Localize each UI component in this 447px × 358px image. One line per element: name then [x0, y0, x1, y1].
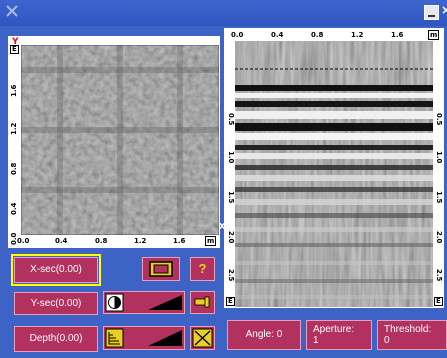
x-tick-label: 0.0 [231, 31, 244, 39]
gain-control[interactable] [103, 326, 185, 350]
section-view-image[interactable] [235, 41, 433, 307]
depth-button[interactable]: Depth(0.00) [14, 326, 98, 352]
x-tick-label: 0.8 [311, 31, 324, 39]
x-section-button[interactable]: X-sec(0.00) [11, 254, 101, 286]
depth-tick-label: 2.0 [435, 231, 443, 244]
depth-tick-label: 1.5 [227, 191, 235, 204]
main-area: Y E 1.6 1.2 0.8 0.4 0.0 0.0 0.4 0.8 1.2 … [0, 26, 447, 358]
depth-tick-label: 2.0 [227, 231, 235, 244]
depth-tick-label: 0.5 [435, 113, 443, 126]
x-tick-label: 1.6 [173, 237, 186, 245]
scale-icon [105, 328, 124, 348]
unit-label: m [205, 236, 217, 246]
clear-button[interactable] [190, 326, 215, 350]
help-button[interactable]: ? [190, 257, 215, 281]
x-tick-label: 1.2 [134, 237, 147, 245]
y-tick-label: 1.2 [10, 122, 18, 135]
depth-tick-label: 2.5 [435, 269, 443, 282]
frame-icon [149, 261, 173, 277]
zoom-frame-button[interactable] [142, 257, 180, 281]
minimize-icon [428, 15, 435, 17]
unit-label: m [428, 30, 440, 40]
threshold-value: 0 [384, 335, 390, 346]
clear-icon [192, 328, 213, 348]
depth-tick-label: 0.5 [227, 113, 235, 126]
x-tick-label: 0.0 [17, 237, 30, 245]
x-tick-label: 0.4 [55, 237, 68, 245]
aperture-label: Aperture: [313, 324, 355, 335]
top-ruler [225, 29, 443, 41]
threshold-label: Threshold: [384, 324, 432, 335]
depth-tick-label: 1.0 [435, 151, 443, 164]
aperture-button[interactable]: Aperture: 1 [306, 320, 372, 350]
contrast-icon [105, 293, 124, 312]
x-tick-label: 0.8 [95, 237, 108, 245]
y-tick-label: 0.8 [10, 162, 18, 175]
y-ruler [9, 37, 21, 247]
left-depth-ruler [225, 41, 235, 307]
plan-view-image[interactable] [21, 45, 219, 235]
e-marker: E [10, 45, 19, 54]
aperture-value: 1 [313, 335, 319, 346]
x-ruler [9, 235, 219, 247]
gain-ramp-icon [148, 330, 182, 346]
depth-tick-label: 2.5 [227, 269, 235, 282]
title-bar: × [0, 0, 447, 26]
y-tick-label: 1.6 [10, 84, 18, 97]
x-tick-label: 0.4 [271, 31, 284, 39]
minimize-button[interactable] [424, 5, 439, 20]
y-section-button[interactable]: Y-sec(0.00) [14, 292, 98, 315]
contrast-ramp-icon [148, 295, 182, 310]
pin-icon [194, 296, 210, 308]
depth-tick-label: 1.5 [435, 191, 443, 204]
pin-button[interactable] [190, 291, 215, 314]
e-marker: E [226, 297, 235, 306]
section-view-panel: 0.0 0.4 0.8 1.2 1.6 m 0.5 1.0 1.5 2.0 2.… [224, 28, 444, 308]
x-tick-label: 1.2 [351, 31, 364, 39]
close-button[interactable]: × [441, 3, 447, 17]
y-tick-label: 0.4 [10, 202, 18, 215]
angle-button[interactable]: Angle: 0 [227, 320, 301, 350]
contrast-control[interactable] [103, 291, 185, 314]
depth-tick-label: 1.0 [227, 151, 235, 164]
app-icon [6, 5, 18, 17]
threshold-button[interactable]: Threshold: 0 [377, 320, 447, 350]
e-marker: E [434, 297, 443, 306]
plan-view-panel: Y E 1.6 1.2 0.8 0.4 0.0 0.0 0.4 0.8 1.2 … [8, 36, 220, 248]
right-depth-ruler [433, 41, 443, 307]
x-tick-label: 1.6 [391, 31, 404, 39]
